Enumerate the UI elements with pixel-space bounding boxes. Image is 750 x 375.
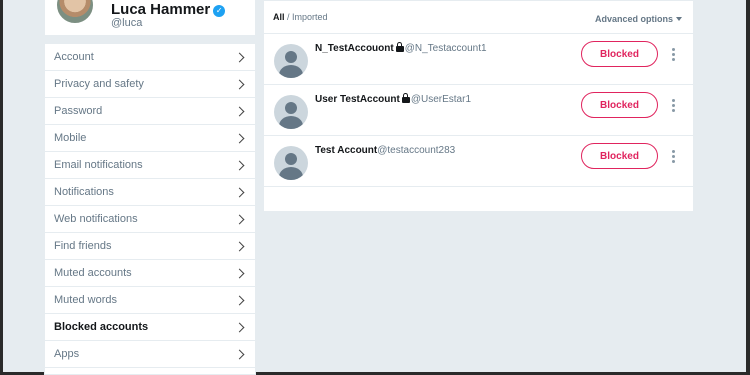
chevron-right-icon [234,79,245,89]
settings-menu: Account Privacy and safety Password Mobi… [44,43,256,375]
window-frame-left [0,0,3,375]
sidebar-item-label: Muted accounts [54,267,132,279]
chevron-right-icon [234,133,245,143]
sidebar-item-notifications[interactable]: Notifications [45,179,255,206]
chevron-right-icon [234,106,245,116]
sidebar-item-label: Apps [54,348,80,360]
sidebar-item-label: Email notifications [54,159,143,171]
sidebar-item-email-notifications[interactable]: Email notifications [45,152,255,179]
sidebar-item-label: Notifications [54,186,114,198]
profile-name[interactable]: Luca Hammer [111,1,210,18]
profile-card[interactable]: Luca Hammer ✓ @luca [44,0,256,36]
more-vertical-icon[interactable] [672,48,676,62]
account-name[interactable]: User TestAccount [315,94,400,105]
chevron-right-icon [234,187,245,197]
account-name[interactable]: Test Account [315,145,377,156]
list-item[interactable]: N_TestAccouont @N_Testaccount1 Blocked [264,34,693,85]
list-item[interactable]: User TestAccount @UserEstar1 Blocked [264,85,693,136]
sidebar-item-label: Web notifications [54,213,138,225]
blocked-button[interactable]: Blocked [581,92,658,118]
profile-name-row: Luca Hammer ✓ [111,1,226,18]
sidebar-item-apps[interactable]: Apps [45,341,255,368]
account-handle: @testaccount283 [377,145,456,156]
filter-tabs: All / Imported [273,12,328,22]
tab-all[interactable]: All [273,12,285,22]
window-frame-right [746,0,750,375]
sidebar-item-mobile[interactable]: Mobile [45,125,255,152]
profile-handle[interactable]: @luca [111,17,142,29]
avatar[interactable] [274,95,308,129]
more-vertical-icon[interactable] [672,150,676,164]
sidebar-item-password[interactable]: Password [45,98,255,125]
sidebar-item-label: Password [54,105,103,117]
sidebar-item-privacy-and-safety[interactable]: Privacy and safety [45,71,255,98]
chevron-right-icon [234,268,245,278]
sidebar-item-muted-words[interactable]: Muted words [45,287,255,314]
chevron-right-icon [234,295,245,305]
blocked-button[interactable]: Blocked [581,143,658,169]
avatar[interactable] [274,146,308,180]
chevron-right-icon [234,160,245,170]
tab-separator: / [284,12,293,22]
sidebar-item-label: Mobile [54,132,87,144]
chevron-right-icon [234,214,245,224]
verified-badge-icon: ✓ [213,5,226,17]
caret-down-icon [676,17,682,21]
sidebar-item-account[interactable]: Account [45,44,255,71]
chevron-right-icon [234,241,245,251]
sidebar-item-web-notifications[interactable]: Web notifications [45,206,255,233]
chevron-right-icon [234,349,245,359]
more-vertical-icon[interactable] [672,99,676,113]
sidebar-item-label: Muted words [54,294,117,306]
account-identity: Test Account@testaccount283 [315,145,455,156]
tab-imported[interactable]: Imported [292,12,328,22]
lock-icon [395,42,404,52]
sidebar-item-label: Blocked accounts [54,321,149,333]
lock-icon [401,93,410,103]
sidebar-item-muted-accounts[interactable]: Muted accounts [45,260,255,287]
sidebar-item-label: Account [54,51,94,63]
sidebar-item-find-friends[interactable]: Find friends [45,233,255,260]
list-item[interactable]: Test Account@testaccount283 Blocked [264,136,693,187]
sidebar-item-label: Find friends [54,240,112,252]
account-identity: User TestAccount @UserEstar1 [315,93,472,105]
chevron-right-icon [234,322,245,332]
profile-avatar[interactable] [55,0,95,25]
account-identity: N_TestAccouont @N_Testaccount1 [315,42,487,54]
advanced-options-label: Advanced options [594,14,673,24]
account-name[interactable]: N_TestAccouont [315,43,394,54]
account-handle: @N_Testaccount1 [404,43,487,54]
blocked-button[interactable]: Blocked [581,41,658,67]
avatar[interactable] [274,44,308,78]
account-handle: @UserEstar1 [410,94,472,105]
chevron-right-icon [234,52,245,62]
panel-header: All / Imported Advanced options [264,1,693,34]
sidebar-item-label: Privacy and safety [54,78,144,90]
blocked-accounts-panel: All / Imported Advanced options N_TestAc… [263,0,694,212]
advanced-options-dropdown[interactable]: Advanced options [595,14,682,24]
sidebar-item-blocked-accounts[interactable]: Blocked accounts [45,314,255,341]
